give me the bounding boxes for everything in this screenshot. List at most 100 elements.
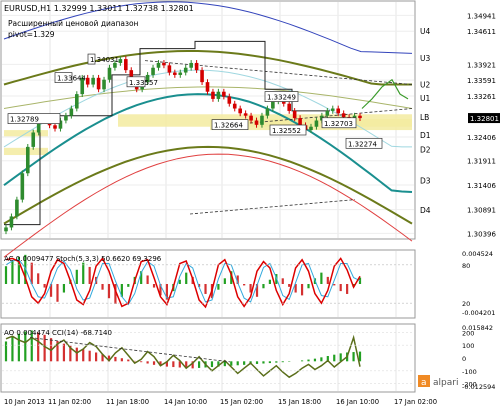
price-box-label: 1.32664: [214, 122, 243, 130]
price-box-label: 1.32274: [348, 140, 377, 148]
levels-layer: U4 U3 U2 U1 LB D1 D2 D3 D4: [420, 27, 431, 215]
current-price: 1.32801: [470, 115, 499, 123]
candle-body: [183, 67, 188, 73]
candle-body: [91, 77, 95, 85]
price-box-label: 1.33557: [129, 79, 158, 87]
candle-body: [211, 91, 215, 99]
candle-body: [358, 115, 362, 119]
candle-body: [151, 67, 155, 75]
candle-body: [189, 62, 193, 68]
level-label: LB: [420, 113, 429, 122]
price-axis-label: 1.34611: [467, 28, 496, 36]
level-label: D2: [420, 145, 431, 154]
candle-body: [336, 108, 341, 114]
time-axis-label: 15 Jan 02:00: [220, 398, 263, 406]
candle-body: [254, 120, 259, 125]
candle-body: [156, 62, 161, 68]
ac-axis-label: 0.004524: [462, 250, 493, 258]
candle-body: [118, 59, 123, 63]
candle-body: [309, 126, 313, 131]
price-box-label: 1.33249: [267, 94, 296, 102]
price-axis-label: 1.30396: [467, 230, 496, 238]
level-label: D4: [420, 206, 431, 215]
chart-subtitle: Расширенный ценовой диапазон: [8, 19, 139, 28]
candle-body: [222, 91, 226, 97]
time-axis-label: 15 Jan 18:00: [278, 398, 321, 406]
candle-body: [194, 62, 199, 71]
candle-body: [216, 91, 221, 99]
candle-body: [314, 120, 319, 127]
price-box-label: 1.32789: [10, 116, 39, 124]
candle-body: [9, 216, 14, 228]
candle-body: [96, 77, 101, 90]
candle-body: [107, 67, 112, 80]
price-axis-label: 1.34941: [467, 12, 496, 20]
price-axis-label: 1.30891: [467, 207, 496, 215]
candle-body: [330, 108, 335, 111]
price-box-label: 1.32703: [324, 120, 353, 128]
ac-axis-label: -0.004201: [462, 309, 495, 317]
candle-body: [227, 96, 232, 104]
candle-body: [167, 65, 172, 73]
chart-title: EURUSD,H1 1.32999 1.33011 1.32738 1.3280…: [4, 4, 194, 13]
candle-body: [249, 115, 253, 121]
level-label: U1: [420, 94, 430, 103]
candle-body: [124, 59, 128, 71]
candle-body: [64, 115, 68, 121]
candle-body: [85, 77, 90, 85]
ac-axis-label: 80: [462, 262, 470, 270]
candle-body: [162, 62, 166, 66]
time-axis-label: 11 Jan 18:00: [106, 398, 149, 406]
time-axis-label: 17 Jan 02:00: [394, 398, 437, 406]
ac-axis-label: 20: [462, 300, 470, 308]
price-axis-label: 1.33921: [467, 61, 496, 69]
watermark-text: alpari: [433, 378, 458, 388]
price-box-label: 1.34031: [90, 56, 119, 64]
candle-body: [238, 108, 242, 114]
candle-body: [243, 113, 248, 116]
time-axis-label: 16 Jan 10:00: [336, 398, 379, 406]
time-axis-label: 10 Jan 2013: [4, 398, 45, 406]
candle-body: [325, 110, 330, 116]
candle-body: [292, 110, 297, 119]
candle-body: [341, 113, 346, 118]
level-label: U3: [420, 54, 430, 63]
candle-body: [232, 103, 237, 109]
price-box-label: 1.32552: [272, 127, 301, 135]
candle-body: [173, 72, 177, 75]
ao-axis-label: 0: [462, 355, 466, 363]
price-axis-label: 1.33591: [467, 77, 496, 85]
candle-body: [260, 115, 264, 125]
candle-body: [205, 82, 210, 92]
candle-body: [200, 70, 204, 83]
level-label: D1: [420, 131, 431, 140]
candle-body: [287, 103, 291, 111]
time-axis-label: 14 Jan 10:00: [164, 398, 207, 406]
candle-body: [53, 125, 57, 129]
price-box-label: 1.33644: [57, 75, 86, 83]
ac-header: AC 0.0009477 Stoch(5,3,3) 50.6620 69.329…: [4, 255, 162, 263]
current-price-tag: 1.32801: [468, 113, 500, 124]
candle-body: [4, 227, 8, 232]
candle-body: [25, 146, 30, 174]
candle-body: [298, 118, 302, 126]
ao-axis-label: -0.012594: [462, 383, 495, 391]
candle-body: [20, 173, 25, 200]
time-axis-label: 11 Jan 02:00: [48, 398, 91, 406]
price-axis-label: 1.31911: [467, 158, 496, 166]
pivot-label: pivot=1.329: [8, 30, 55, 39]
candle-body: [102, 79, 106, 90]
ao-axis-label: 200: [462, 329, 474, 337]
chart-root: 1.32789 1.33644 1.34031 1.33557 1.33249 1.326…: [0, 0, 500, 406]
candle-body: [265, 108, 270, 116]
level-label: U4: [420, 27, 430, 36]
alpari-logo: a alpari: [418, 375, 458, 388]
price-axis-label: 1.32406: [467, 134, 496, 142]
ao-axis-label: 100: [462, 342, 474, 350]
candle-body: [75, 94, 79, 109]
ao-axis-label: -100: [462, 368, 477, 376]
price-axis-label: 1.33261: [467, 93, 496, 101]
level-label: D3: [420, 176, 431, 185]
candle-body: [31, 132, 36, 147]
candle-body: [15, 199, 19, 217]
